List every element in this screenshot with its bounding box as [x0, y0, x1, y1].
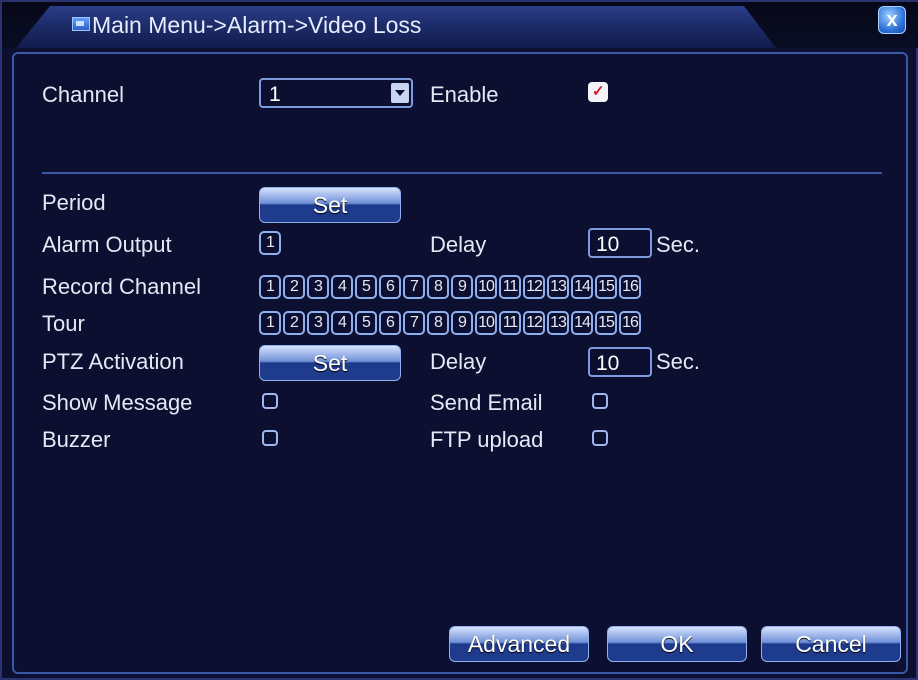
ptz-delay-value: 10: [596, 352, 620, 375]
delay-unit: Sec.: [656, 232, 701, 257]
tour-label: Tour: [42, 311, 85, 336]
monitor-icon: [72, 17, 90, 31]
chevron-down-icon[interactable]: [391, 83, 409, 103]
ok-button[interactable]: OK: [607, 626, 747, 662]
tour-channel-box[interactable]: 15: [595, 311, 617, 335]
close-button[interactable]: x: [878, 6, 906, 34]
tour-channel-box[interactable]: 11: [499, 311, 521, 335]
record-channel-box[interactable]: 12: [523, 275, 545, 299]
record-channel-box[interactable]: 3: [307, 275, 329, 299]
record-channel-box[interactable]: 1: [259, 275, 281, 299]
ptz-activation-label: PTZ Activation: [42, 349, 184, 374]
divider: [42, 172, 882, 174]
tour-channel-box[interactable]: 1: [259, 311, 281, 335]
tour-channel-box[interactable]: 16: [619, 311, 641, 335]
ptz-delay-input[interactable]: 10: [588, 347, 652, 377]
period-set-button[interactable]: Set: [259, 187, 401, 223]
tour-channel-box[interactable]: 3: [307, 311, 329, 335]
record-channel-box[interactable]: 9: [451, 275, 473, 299]
delay-label: Delay: [430, 232, 487, 257]
record-channel-box[interactable]: 8: [427, 275, 449, 299]
show-message-label: Show Message: [42, 390, 193, 415]
send-email-label: Send Email: [430, 390, 543, 415]
buzzer-label: Buzzer: [42, 427, 111, 452]
alarm-output-box[interactable]: 1: [259, 231, 281, 255]
tour-channel-box[interactable]: 9: [451, 311, 473, 335]
ftp-upload-label: FTP upload: [430, 427, 544, 452]
tour-channel-box[interactable]: 13: [547, 311, 569, 335]
title-bar: Main Menu->Alarm->Video Loss x: [2, 2, 918, 48]
record-channel-box[interactable]: 7: [403, 275, 425, 299]
record-channel-box[interactable]: 4: [331, 275, 353, 299]
cancel-button[interactable]: Cancel: [761, 626, 901, 662]
send-email-checkbox[interactable]: [592, 393, 608, 409]
tour-channel-box[interactable]: 5: [355, 311, 377, 335]
record-channel-box[interactable]: 13: [547, 275, 569, 299]
record-channel-box[interactable]: 5: [355, 275, 377, 299]
channel-select[interactable]: 1: [259, 78, 413, 108]
ftp-upload-checkbox[interactable]: [592, 430, 608, 446]
delay-input[interactable]: 10: [588, 228, 652, 258]
tour-channel-box[interactable]: 2: [283, 311, 305, 335]
tour-channel-box[interactable]: 10: [475, 311, 497, 335]
enable-checkbox[interactable]: ✓: [588, 82, 608, 102]
tour-channel-box[interactable]: 12: [523, 311, 545, 335]
checkmark-icon: ✓: [592, 83, 605, 100]
tour-channel-box[interactable]: 8: [427, 311, 449, 335]
period-label: Period: [42, 190, 106, 215]
record-channel-label: Record Channel: [42, 274, 201, 299]
buzzer-checkbox[interactable]: [262, 430, 278, 446]
record-channel-box[interactable]: 10: [475, 275, 497, 299]
enable-label: Enable: [430, 82, 499, 107]
delay-value: 10: [596, 233, 620, 256]
window-title: Main Menu->Alarm->Video Loss: [92, 12, 422, 38]
record-channel-box[interactable]: 15: [595, 275, 617, 299]
show-message-checkbox[interactable]: [262, 393, 278, 409]
record-channel-box[interactable]: 16: [619, 275, 641, 299]
alarm-output-label: Alarm Output: [42, 232, 172, 257]
ptz-delay-label: Delay: [430, 349, 487, 374]
tour-channel-box[interactable]: 6: [379, 311, 401, 335]
ptz-set-button[interactable]: Set: [259, 345, 401, 381]
record-channel-box[interactable]: 11: [499, 275, 521, 299]
record-channel-box[interactable]: 6: [379, 275, 401, 299]
tour-channel-box[interactable]: 4: [331, 311, 353, 335]
tour-channel-box[interactable]: 14: [571, 311, 593, 335]
channel-value: 1: [269, 83, 281, 106]
close-icon: x: [886, 9, 898, 31]
video-loss-window: Main Menu->Alarm->Video Loss x Channel 1…: [0, 0, 918, 680]
record-channel-box[interactable]: 2: [283, 275, 305, 299]
ptz-delay-unit: Sec.: [656, 349, 701, 374]
advanced-button[interactable]: Advanced: [449, 626, 589, 662]
tour-channel-box[interactable]: 7: [403, 311, 425, 335]
channel-label: Channel: [42, 82, 124, 107]
record-channel-box[interactable]: 14: [571, 275, 593, 299]
